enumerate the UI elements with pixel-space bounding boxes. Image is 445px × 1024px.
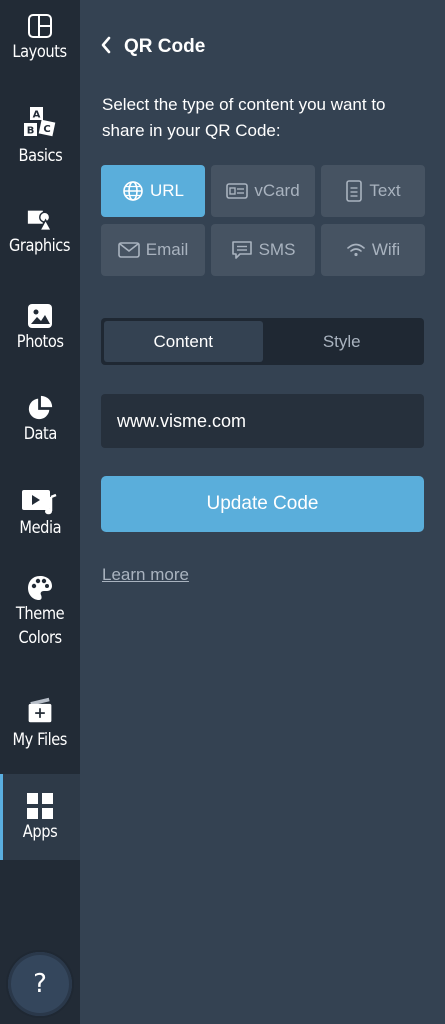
tab-content[interactable]: Content <box>104 321 263 362</box>
content-type-grid: URL vCard Text Email SMS Wifi <box>101 165 425 276</box>
chat-icon <box>231 241 252 259</box>
palette-icon <box>26 574 54 602</box>
graphics-icon <box>26 206 54 234</box>
type-vcard-button[interactable]: vCard <box>211 165 315 217</box>
id-card-icon <box>226 183 249 199</box>
sidebar-item-label: Data <box>23 424 57 444</box>
type-text-button[interactable]: Text <box>321 165 425 217</box>
envelope-icon <box>117 242 140 258</box>
help-label: ? <box>33 969 47 999</box>
pie-chart-icon <box>26 394 54 422</box>
svg-text:A: A <box>33 110 41 121</box>
type-label: vCard <box>254 181 300 200</box>
sidebar-item-label: Layouts <box>12 42 68 62</box>
sidebar-item-apps[interactable]: Apps <box>0 774 80 860</box>
panel-header: QR Code <box>100 36 205 58</box>
sidebar-item-data[interactable]: Data <box>0 394 80 446</box>
sidebar-item-label: Theme <box>15 604 65 624</box>
content-style-tabs: Content Style <box>101 318 424 365</box>
help-button[interactable]: ? <box>8 952 72 1016</box>
sidebar-item-label: Photos <box>16 332 64 352</box>
svg-text:B: B <box>27 126 35 137</box>
sidebar-item-media[interactable]: Media <box>0 488 80 540</box>
sidebar-item-label: Apps <box>22 822 58 842</box>
wifi-icon <box>347 243 365 257</box>
back-chevron-icon[interactable] <box>100 36 112 58</box>
svg-text:C: C <box>43 124 50 135</box>
sidebar-item-theme-colors[interactable]: Theme Colors <box>0 574 80 650</box>
sidebar-item-label: Graphics <box>9 236 71 256</box>
type-label: Email <box>145 240 189 259</box>
sidebar-item-label: My Files <box>12 730 68 750</box>
sidebar-item-my-files[interactable]: My Files <box>0 692 80 752</box>
sidebar-item-label: Basics <box>18 146 62 166</box>
type-label: Text <box>369 181 401 200</box>
layouts-icon <box>26 12 54 40</box>
panel-description: Select the type of content you want to s… <box>102 95 386 140</box>
sidebar-item-label: Media <box>19 518 61 538</box>
sidebar-item-basics[interactable]: ABC Basics <box>0 104 80 168</box>
type-label: Wifi <box>371 240 401 259</box>
media-icon <box>20 488 60 516</box>
type-email-button[interactable]: Email <box>101 224 205 276</box>
folder-plus-icon <box>26 692 54 728</box>
type-sms-button[interactable]: SMS <box>211 224 315 276</box>
url-input[interactable] <box>101 394 424 448</box>
sidebar-item-label-line2: Colors <box>18 628 62 648</box>
sidebar-item-layouts[interactable]: Layouts <box>0 12 80 64</box>
page-title: QR Code <box>124 36 206 57</box>
type-wifi-button[interactable]: Wifi <box>321 224 425 276</box>
learn-more-link[interactable]: Learn more <box>102 565 189 585</box>
type-label: SMS <box>258 240 296 259</box>
photo-icon <box>26 302 54 330</box>
apps-grid-icon <box>26 792 54 820</box>
tab-style[interactable]: Style <box>263 321 422 362</box>
globe-icon <box>123 181 143 201</box>
abc-blocks-icon: ABC <box>20 104 60 144</box>
document-icon <box>346 180 363 202</box>
type-url-button[interactable]: URL <box>101 165 205 217</box>
sidebar-item-graphics[interactable]: Graphics <box>0 206 80 258</box>
update-code-button[interactable]: Update Code <box>101 476 424 532</box>
type-label: URL <box>149 181 184 200</box>
sidebar-item-photos[interactable]: Photos <box>0 302 80 354</box>
qr-code-panel: QR Code Select the type of content you w… <box>80 0 445 1024</box>
sidebar: Layouts ABC Basics Graphics Photos Data … <box>0 0 80 1024</box>
